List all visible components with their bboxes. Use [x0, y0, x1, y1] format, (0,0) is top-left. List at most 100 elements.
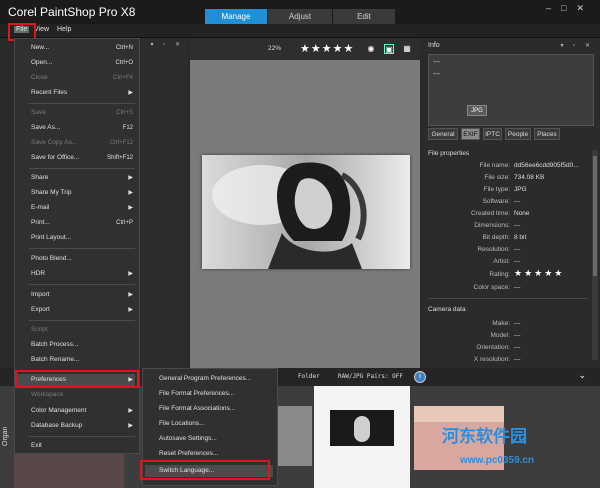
- maximize-icon[interactable]: □: [561, 3, 576, 13]
- chevron-right-icon: ▶: [128, 307, 133, 313]
- prop-label: X resolution:: [473, 356, 510, 363]
- tab-general[interactable]: General: [428, 128, 458, 140]
- menu-item-label: Import: [31, 291, 50, 298]
- raw-jpg-pairs-toggle[interactable]: RAW/JPG Pairs: OFF: [338, 373, 403, 380]
- divider: [29, 320, 135, 321]
- menu-item-save-as[interactable]: Save As... F12: [31, 122, 135, 134]
- submenu-item-autosave-settings[interactable]: Autosave Settings...: [159, 433, 273, 445]
- chevron-right-icon: ▶: [128, 90, 133, 96]
- menu-item-share[interactable]: Share ▶: [31, 172, 135, 184]
- thumbnail-selected[interactable]: [314, 386, 410, 488]
- shortcut: Ctrl+S: [116, 110, 133, 116]
- globe-icon[interactable]: ◉: [366, 44, 376, 54]
- rating-stars[interactable]: ★★★★★: [300, 42, 354, 55]
- menu-item-label: Photo Blend...: [31, 255, 72, 262]
- menu-item-share-my-trip[interactable]: Share My Trip ▶: [31, 187, 135, 199]
- menu-item-database-backup[interactable]: Database Backup ▶: [31, 420, 135, 432]
- prop-label: Bit depth:: [482, 234, 510, 241]
- menu-item-open[interactable]: Open... Ctrl+O: [31, 57, 135, 69]
- thumb-line-2: ---: [433, 71, 440, 78]
- scroll-thumb[interactable]: [593, 156, 597, 276]
- divider: [29, 284, 135, 285]
- close-icon[interactable]: ✕: [576, 3, 594, 13]
- submenu-item-file-format-preferences[interactable]: File Format Preferences...: [159, 388, 273, 400]
- tab-manage[interactable]: Manage: [205, 9, 267, 24]
- chevron-right-icon: ▶: [128, 271, 133, 277]
- menu-item-color-management[interactable]: Color Management ▶: [31, 405, 135, 417]
- submenu-item-general-preferences[interactable]: General Program Preferences...: [159, 373, 273, 385]
- menu-item-label: Exit: [31, 442, 42, 449]
- menu-item-save-for-office[interactable]: Save for Office... Shift+F12: [31, 152, 135, 164]
- menu-item-print[interactable]: Print... Ctrl+P: [31, 217, 135, 229]
- highlight-box-switch-language: [140, 460, 270, 480]
- tab-people[interactable]: People: [505, 128, 531, 140]
- prop-value: ---: [514, 344, 521, 351]
- highlight-box-preferences: [15, 370, 139, 388]
- chevron-right-icon: ▶: [128, 423, 133, 429]
- thumb-line-1: ---: [433, 59, 440, 66]
- prop-label: File type:: [483, 186, 510, 193]
- menu-item-label: Open...: [31, 59, 53, 66]
- menu-item-label: Save As...: [31, 124, 61, 131]
- submenu-item-file-locations[interactable]: File Locations...: [159, 418, 273, 430]
- menu-item-recent-files[interactable]: Recent Files ▶: [31, 87, 135, 99]
- image-view-icon[interactable]: ▣: [384, 44, 394, 54]
- tab-edit[interactable]: Edit: [333, 9, 395, 24]
- prop-value: ---: [514, 356, 521, 363]
- divider: [29, 436, 135, 437]
- rating-stars[interactable]: ★★★★★: [514, 268, 564, 279]
- tab-iptc[interactable]: IPTC: [483, 128, 502, 140]
- prop-value: 734.08 KB: [514, 174, 545, 181]
- menu-item-label: Share: [31, 174, 49, 181]
- organizer-label: Organ: [2, 426, 9, 446]
- tab-exif[interactable]: EXIF: [461, 128, 480, 140]
- menu-item-exit[interactable]: Exit: [31, 440, 135, 452]
- prop-label: Dimensions:: [474, 222, 510, 229]
- panel-controls[interactable]: ▾ ▫ ✕: [561, 42, 595, 49]
- menu-item-batch-process[interactable]: Batch Process...: [31, 339, 135, 351]
- menu-item-workspace[interactable]: Workspace: [31, 389, 135, 401]
- info-icon[interactable]: i: [414, 371, 426, 383]
- menu-help[interactable]: Help: [57, 26, 71, 33]
- navigation-panel: ▾ ▫ ✕: [140, 38, 188, 368]
- submenu-item-file-format-associations[interactable]: File Format Associations...: [159, 403, 273, 415]
- menu-item-label: E-mail: [31, 204, 50, 211]
- shortcut: Ctrl+O: [115, 60, 133, 66]
- menu-item-close[interactable]: Close Ctrl+F4: [31, 72, 135, 84]
- chevron-down-icon[interactable]: ⌄: [578, 370, 586, 381]
- prop-label: Make:: [492, 320, 510, 327]
- menu-item-print-layout[interactable]: Print Layout...: [31, 232, 135, 244]
- menu-item-email[interactable]: E-mail ▶: [31, 202, 135, 214]
- menu-item-new[interactable]: New... Ctrl+N: [31, 42, 135, 54]
- menu-item-import[interactable]: Import ▶: [31, 289, 135, 301]
- prop-label: Software:: [482, 198, 510, 205]
- prop-value: dd56ee6cdd905f5d0...: [514, 162, 579, 169]
- tab-places[interactable]: Places: [534, 128, 560, 140]
- folder-filter[interactable]: Folder: [298, 373, 320, 380]
- menu-item-label: Save: [31, 109, 46, 116]
- prop-value: ---: [514, 246, 521, 253]
- menu-view[interactable]: View: [34, 26, 49, 33]
- menu-item-hdr[interactable]: HDR ▶: [31, 268, 135, 280]
- menu-item-export[interactable]: Export ▶: [31, 304, 135, 316]
- submenu-item-reset-preferences[interactable]: Reset Preferences...: [159, 448, 273, 460]
- prop-value: ---: [514, 198, 521, 205]
- watermark-url: www.pc0359.cn: [460, 455, 535, 466]
- shortcut: F12: [122, 125, 133, 131]
- file-properties-title: File properties: [428, 150, 470, 157]
- panel-controls[interactable]: ▾ ▫ ✕: [151, 41, 185, 48]
- thumbnail[interactable]: [272, 406, 312, 466]
- prop-value: None: [514, 210, 530, 217]
- chevron-right-icon: ▶: [128, 408, 133, 414]
- menu-item-photo-blend[interactable]: Photo Blend...: [31, 253, 135, 265]
- menu-item-script[interactable]: Script: [31, 324, 135, 336]
- menu-item-save[interactable]: Save Ctrl+S: [31, 107, 135, 119]
- menu-bar: File View Help: [0, 24, 600, 38]
- tab-adjust[interactable]: Adjust: [268, 9, 332, 24]
- window-controls[interactable]: –□✕: [546, 3, 594, 14]
- minimize-icon[interactable]: –: [546, 3, 561, 13]
- menu-item-save-copy-as[interactable]: Save Copy As... Ctrl+F12: [31, 137, 135, 149]
- menu-item-batch-rename[interactable]: Batch Rename...: [31, 354, 135, 366]
- grid-view-icon[interactable]: ▦: [402, 44, 412, 54]
- info-scrollbar[interactable]: [592, 150, 598, 360]
